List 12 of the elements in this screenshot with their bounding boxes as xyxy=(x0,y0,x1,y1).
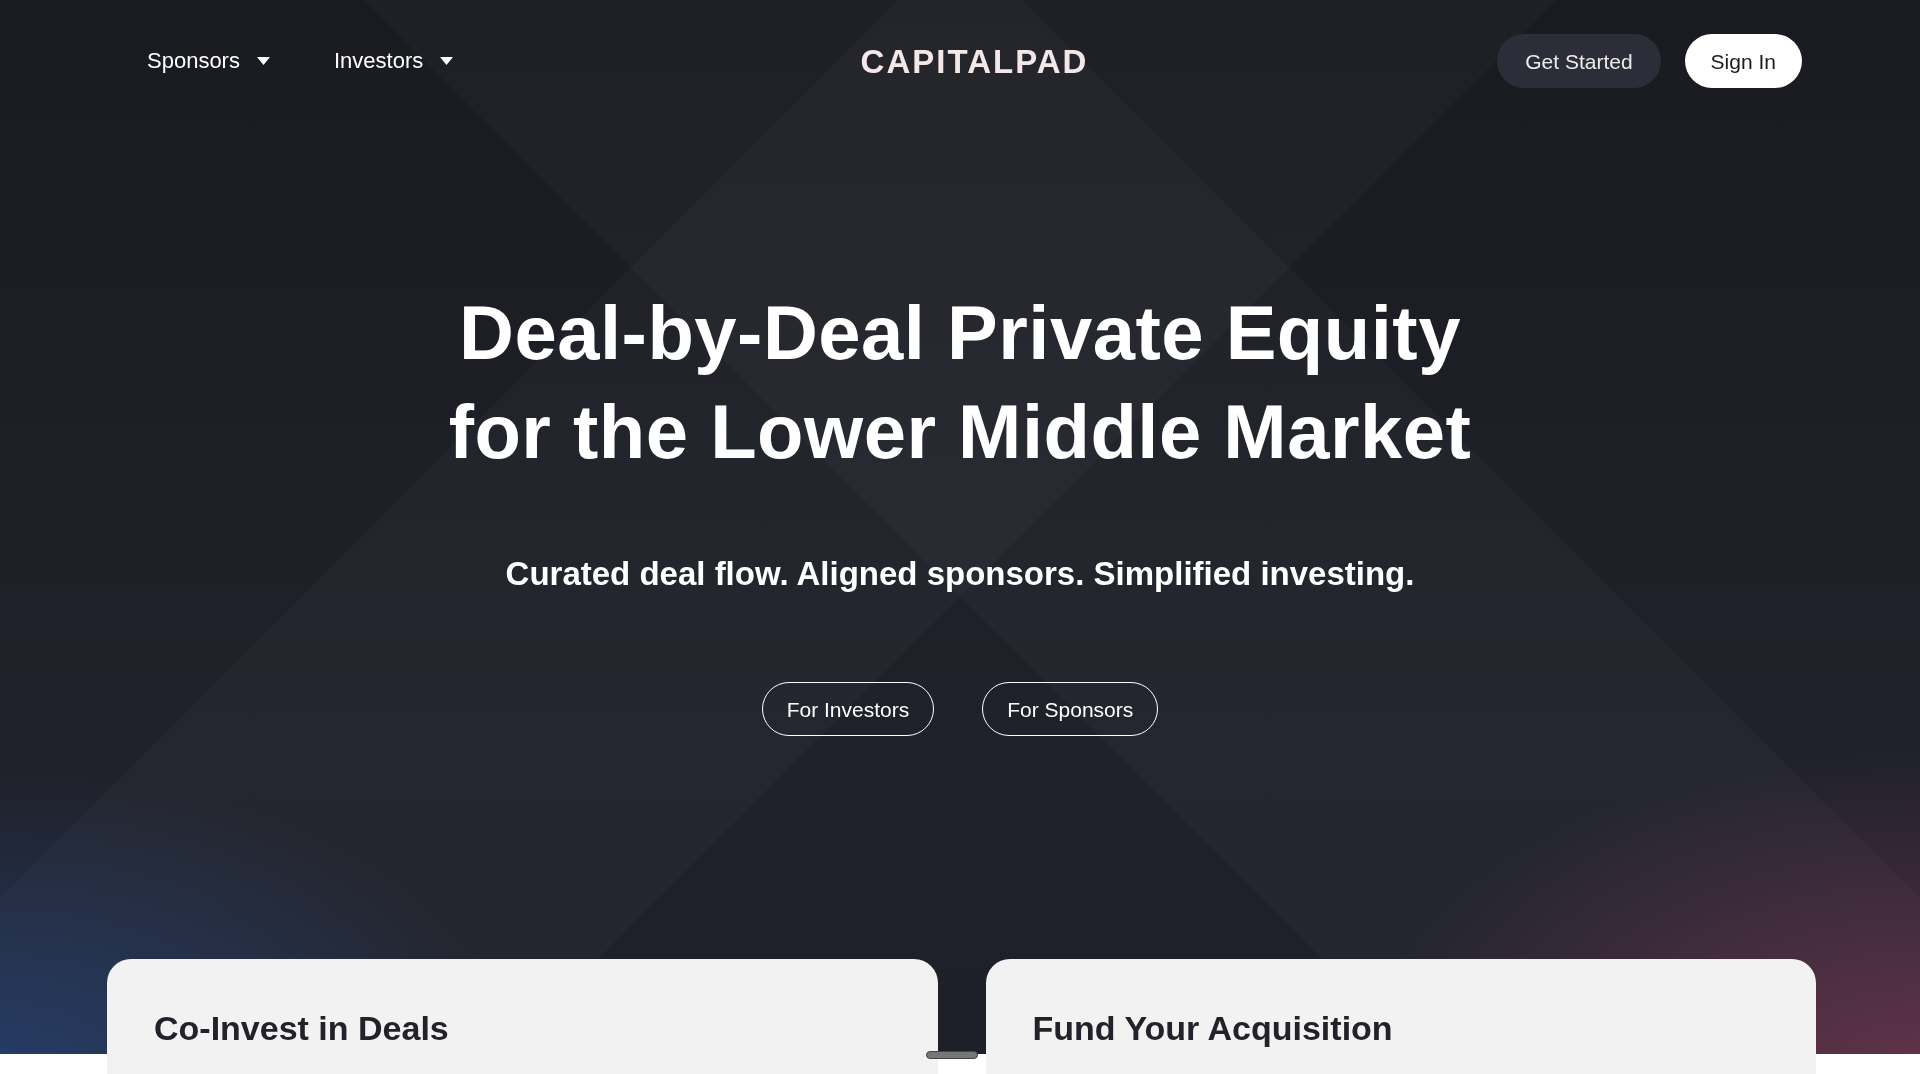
card-title: Co-Invest in Deals xyxy=(154,1009,449,1047)
nav-dropdown[interactable]: Investors xyxy=(333,50,454,72)
card-title: Fund Your Acquisition xyxy=(1032,1009,1393,1047)
caret-down-icon xyxy=(440,57,454,65)
caret-down-icon xyxy=(256,57,270,65)
hero-subtitle: Curated deal flow. Aligned sponsors. Simplified investing. xyxy=(505,554,1415,594)
scroll-handle-icon[interactable] xyxy=(926,1051,978,1059)
logo[interactable]: CAPITALPAD xyxy=(860,44,1089,78)
hero-headline: Deal-by-Deal Private Equity for the Lower Middle Market xyxy=(448,289,1472,476)
get-started-button[interactable]: Get Started xyxy=(1497,34,1661,88)
sign-in-button[interactable]: Sign In xyxy=(1684,34,1802,88)
nav-dropdown[interactable]: Sponsors xyxy=(147,50,270,72)
